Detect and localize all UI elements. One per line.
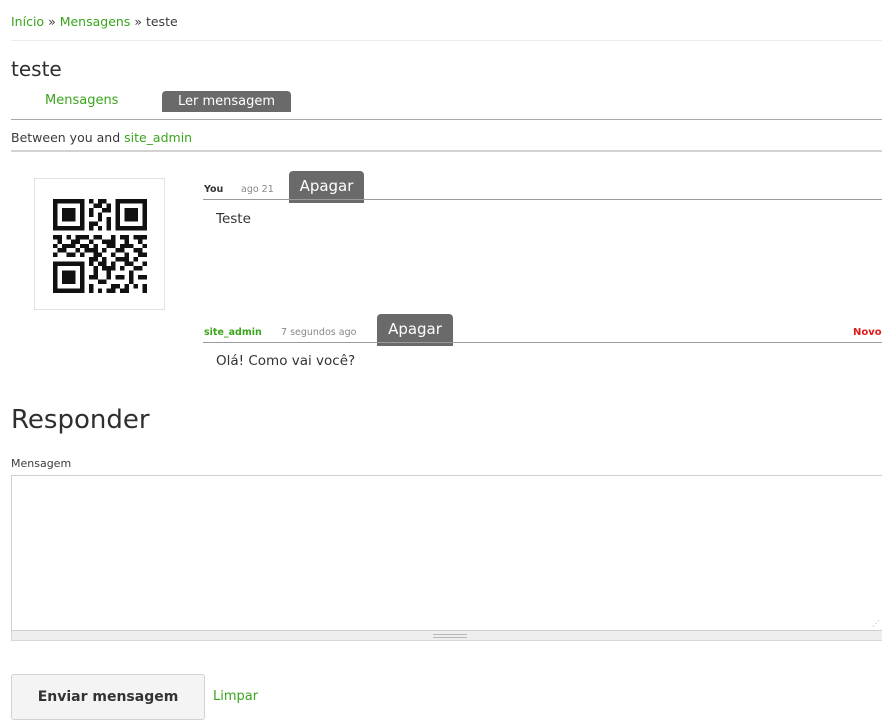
breadcrumb-current: teste (145, 14, 178, 29)
breadcrumb-separator: » (48, 14, 56, 29)
grip-lines-icon (433, 634, 467, 638)
clear-link[interactable]: Limpar (213, 689, 258, 704)
textarea-resize-handle[interactable] (11, 631, 882, 641)
tab-read-message[interactable]: Ler mensagem (162, 91, 291, 112)
message-divider (203, 342, 882, 343)
thread-participants: Between you and site_admin (11, 130, 192, 145)
breadcrumb-separator: » (134, 14, 142, 29)
avatar (34, 178, 165, 310)
resize-grip-icon[interactable]: ⋰ (872, 620, 880, 628)
participants-prefix: Between you and (11, 130, 121, 145)
qr-code-icon (53, 199, 147, 293)
send-message-button[interactable]: Enviar mensagem (11, 674, 205, 720)
message-textarea[interactable] (11, 475, 882, 631)
participants-divider (11, 150, 882, 152)
message-body: Olá! Como vai você? (216, 353, 356, 369)
message-time: ago 21 (241, 184, 274, 195)
message-time: 7 segundos ago (281, 327, 357, 338)
breadcrumb-messages-link[interactable]: Mensagens (60, 14, 131, 29)
page-title: teste (11, 57, 62, 81)
message-author: You (204, 184, 224, 195)
participant-link[interactable]: site_admin (124, 130, 192, 145)
breadcrumb: Início » Mensagens » teste (11, 14, 178, 29)
message-divider (203, 199, 882, 200)
message-author-link[interactable]: site_admin (204, 327, 262, 338)
breadcrumb-home-link[interactable]: Início (11, 14, 44, 29)
reply-heading: Responder (11, 405, 150, 435)
new-badge: Novo (853, 327, 882, 338)
message-field-label: Mensagem (11, 457, 72, 470)
breadcrumb-divider (11, 40, 882, 41)
tabs-divider (11, 119, 882, 120)
tab-messages[interactable]: Mensagens (45, 93, 118, 108)
message-body: Teste (216, 211, 251, 227)
